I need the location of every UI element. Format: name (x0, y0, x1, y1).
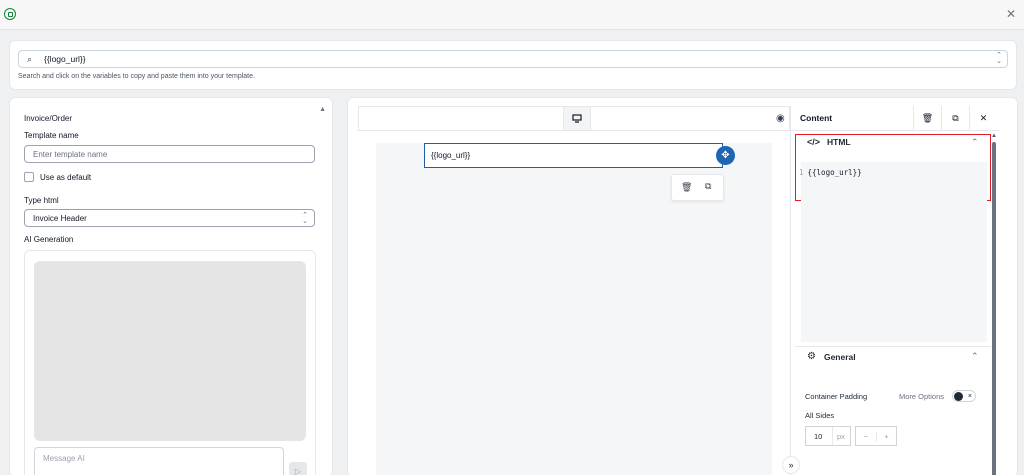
variables-card: ⌕ {{logo_url}} ⌃ ⌄ Search and click on th… (9, 40, 1017, 90)
variable-select-value: {{logo_url}} (44, 54, 86, 64)
template-form-panel: ▲ Invoice/Order Template name Enter temp… (9, 97, 333, 475)
trash-icon[interactable]: 🗑 (681, 182, 692, 193)
selected-html-block[interactable]: {{logo_url}} (424, 143, 723, 168)
eye-icon[interactable]: ◉ (776, 113, 785, 124)
scrollbar[interactable] (992, 142, 996, 475)
duplicate-icon[interactable]: ⧉ (941, 105, 969, 131)
duplicate-icon[interactable]: ⧉ (705, 181, 711, 192)
top-bar: ✕ (0, 0, 1024, 30)
general-label: General (823, 351, 856, 362)
code-line: 1 {{logo_url}} (799, 168, 862, 177)
use-default-option[interactable]: Use as default (24, 172, 91, 182)
close-icon[interactable]: ✕ (969, 105, 997, 131)
ai-chat-area (34, 261, 306, 441)
content-header: Content 🗑 ⧉ ✕ (791, 105, 999, 131)
content-panel: Content 🗑 ⧉ ✕ </> HTML ⌃ 1 {{logo_url}} ⚙… (790, 105, 999, 475)
code-icon: </> (807, 137, 821, 147)
variables-hint: Search and click on the variables to cop… (18, 73, 255, 80)
ai-generation-box: Message AI ▷ (24, 250, 316, 475)
ai-generation-label: AI Generation (24, 235, 74, 244)
trash-icon[interactable]: 🗑 (913, 105, 941, 131)
html-section-header[interactable]: </> HTML (807, 137, 851, 147)
scroll-up-icon[interactable]: ▲ (991, 133, 997, 139)
html-label: HTML (827, 137, 851, 147)
app-logo-icon (4, 8, 16, 20)
increment-button[interactable]: + (876, 431, 896, 441)
block-actions: 🗑 ⧉ (671, 174, 724, 201)
section-title: Invoice/Order (24, 114, 73, 123)
use-default-checkbox[interactable] (24, 172, 34, 182)
code-text: {{logo_url}} (807, 168, 862, 177)
message-ai-input[interactable]: Message AI (34, 447, 284, 475)
container-padding-label: Container Padding (805, 392, 868, 401)
line-number: 1 (799, 168, 804, 177)
padding-unit: px (832, 427, 845, 445)
padding-stepper: − + (855, 426, 897, 446)
padding-value: 10 (814, 431, 823, 441)
type-select[interactable]: Invoice Header ⌃ ⌄ (24, 209, 315, 227)
chevron-up-icon[interactable]: ⌃ (971, 137, 979, 148)
editor-panel: ◉ {{logo_url}} ✥ 🗑 ⧉ Content 🗑 ⧉ ✕ </> H… (347, 97, 1018, 475)
template-name-input[interactable]: Enter template name (24, 145, 315, 163)
move-icon[interactable]: ✥ (716, 146, 735, 165)
decrement-button[interactable]: − (856, 432, 876, 441)
monitor-icon (572, 114, 582, 123)
use-default-label: Use as default (40, 172, 92, 182)
type-label: Type html (24, 196, 59, 205)
variable-search-select[interactable]: ⌕ {{logo_url}} ⌃ ⌄ (18, 50, 1008, 68)
html-code-editor[interactable] (801, 162, 987, 342)
more-options-label: More Options (899, 392, 945, 401)
double-chevron-icon[interactable]: » (782, 456, 800, 474)
divider (795, 346, 991, 347)
send-button[interactable]: ▷ (289, 462, 307, 475)
template-name-label: Template name (24, 131, 79, 140)
gear-icon: ⚙ (807, 351, 816, 362)
search-icon: ⌕ (27, 53, 33, 64)
content-title: Content (800, 113, 833, 123)
padding-input[interactable]: 10 px (805, 426, 851, 446)
all-sides-label: All Sides (805, 411, 835, 420)
chevron-updown-icon: ⌃ ⌄ (996, 52, 1002, 65)
general-section-header[interactable]: ⚙ General (807, 351, 856, 362)
close-icon[interactable]: ✕ (1004, 7, 1018, 21)
chevron-up-icon[interactable]: ⌃ (971, 351, 979, 362)
scroll-up-icon[interactable]: ▲ (319, 106, 326, 113)
type-select-value: Invoice Header (33, 213, 87, 223)
chevron-updown-icon: ⌃ ⌄ (302, 212, 308, 225)
more-options-toggle[interactable]: × (952, 390, 976, 402)
desktop-view-button[interactable] (563, 107, 591, 130)
canvas-toolbar: ◉ (358, 106, 790, 131)
